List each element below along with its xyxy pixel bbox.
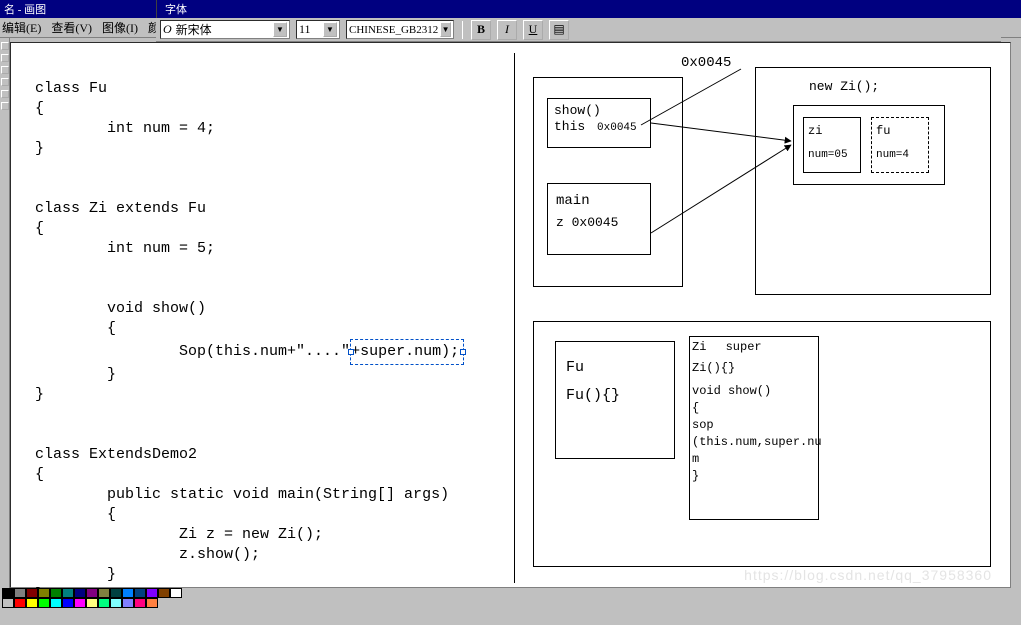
color-palette: [2, 588, 188, 608]
chevron-down-icon[interactable]: ▼: [323, 22, 337, 37]
menu-view[interactable]: 查看(V): [51, 19, 92, 36]
toolbox-button[interactable]: [1, 42, 9, 50]
window-title: 名 - 画图: [4, 1, 46, 17]
font-size-value: 11: [299, 22, 321, 37]
heap-field-fu: fu num=4: [871, 117, 929, 173]
palette-color[interactable]: [38, 588, 50, 598]
code-line: Sop(this.num+"....": [35, 343, 350, 360]
palette-color[interactable]: [26, 598, 38, 608]
palette-color[interactable]: [50, 598, 62, 608]
code-line: {: [35, 320, 116, 337]
font-name-combo[interactable]: O 新宋体 ▼: [160, 20, 290, 39]
left-toolbox: [0, 38, 10, 590]
palette-color[interactable]: [74, 588, 86, 598]
palette-color[interactable]: [134, 588, 146, 598]
stack-frame-this: this 0x0045: [554, 119, 644, 136]
subwindow-title: 字体: [165, 1, 187, 17]
toolbox-button[interactable]: [1, 90, 9, 98]
toolbox-button[interactable]: [1, 102, 9, 110]
font-name-value: 新宋体: [176, 21, 271, 38]
watermark-text: https://blog.csdn.net/qq_37958360: [744, 567, 992, 583]
stack-frame-label: show(): [554, 103, 644, 119]
code-line: class Fu: [35, 80, 107, 97]
palette-color[interactable]: [98, 598, 110, 608]
menu-image[interactable]: 图像(I): [102, 19, 138, 36]
toolbox-button[interactable]: [1, 66, 9, 74]
bold-button[interactable]: B: [471, 20, 491, 40]
palette-color[interactable]: [170, 588, 182, 598]
palette-color[interactable]: [86, 588, 98, 598]
palette-color[interactable]: [62, 598, 74, 608]
code-line: }: [35, 366, 116, 383]
code-line: }: [35, 386, 44, 403]
code-line: {: [35, 220, 44, 237]
stack-frame-main: main z 0x0045: [547, 183, 651, 255]
palette-color[interactable]: [158, 588, 170, 598]
palette-color[interactable]: [2, 588, 14, 598]
chevron-down-icon[interactable]: ▼: [440, 22, 451, 37]
code-line: int num = 4;: [35, 120, 215, 137]
method-class-fu: Fu Fu(){}: [555, 341, 675, 459]
heap-new-label: new Zi();: [809, 79, 879, 94]
stack-frame-label: main: [556, 190, 642, 212]
palette-color[interactable]: [86, 598, 98, 608]
palette-color[interactable]: [38, 598, 50, 608]
palette-color[interactable]: [122, 598, 134, 608]
code-line: int num = 5;: [35, 240, 215, 257]
palette-color[interactable]: [110, 588, 122, 598]
heap-field-zi: zi num=05: [803, 117, 861, 173]
vertical-divider: [514, 53, 515, 583]
italic-button[interactable]: I: [497, 20, 517, 40]
toolbar-separator: [462, 21, 463, 39]
palette-color[interactable]: [50, 588, 62, 598]
code-line: }: [35, 566, 116, 583]
palette-color[interactable]: [98, 588, 110, 598]
palette-color[interactable]: [110, 598, 122, 608]
font-toolbar: O 新宋体 ▼ 11 ▼ CHINESE_GB2312 ▼ B I U ▤: [156, 18, 1001, 42]
code-line: Zi z = new Zi();: [35, 526, 323, 543]
method-class-zi: Zi super Zi(){} void show() { sop (this.…: [689, 336, 819, 520]
code-line: void show(): [35, 300, 206, 317]
palette-color[interactable]: [2, 598, 14, 608]
code-line: {: [35, 506, 116, 523]
font-prefix-icon: O: [163, 22, 172, 37]
palette-color[interactable]: [26, 588, 38, 598]
code-line: class ExtendsDemo2: [35, 446, 197, 463]
code-line: class Zi extends Fu: [35, 200, 206, 217]
toolbox-button[interactable]: [1, 78, 9, 86]
charset-value: CHINESE_GB2312: [349, 24, 438, 36]
chevron-down-icon[interactable]: ▼: [273, 22, 287, 37]
font-size-combo[interactable]: 11 ▼: [296, 20, 340, 39]
stack-frame-show: show() this 0x0045: [547, 98, 651, 148]
palette-color[interactable]: [74, 598, 86, 608]
charset-combo[interactable]: CHINESE_GB2312 ▼: [346, 20, 454, 39]
palette-color[interactable]: [62, 588, 74, 598]
stack-var-z: z 0x0045: [556, 212, 642, 234]
menu-edit[interactable]: 编辑(E): [2, 19, 41, 36]
palette-color[interactable]: [14, 598, 26, 608]
text-selection[interactable]: +super.num);: [350, 339, 464, 365]
subwindow-titlebar: 字体: [156, 0, 1001, 18]
text-tool-button[interactable]: ▤: [549, 20, 569, 40]
drawing-canvas[interactable]: class Fu { int num = 4; } class Zi exten…: [10, 42, 1011, 588]
palette-color[interactable]: [122, 588, 134, 598]
code-line: {: [35, 100, 44, 117]
palette-color[interactable]: [14, 588, 26, 598]
underline-button[interactable]: U: [523, 20, 543, 40]
code-line: }: [35, 140, 44, 157]
code-line: z.show();: [35, 546, 260, 563]
palette-color[interactable]: [146, 588, 158, 598]
code-line: {: [35, 466, 44, 483]
palette-color[interactable]: [134, 598, 146, 608]
heap-address-label: 0x0045: [681, 55, 731, 71]
code-block: class Fu { int num = 4; } class Zi exten…: [35, 59, 495, 625]
toolbox-button[interactable]: [1, 54, 9, 62]
palette-color[interactable]: [146, 598, 158, 608]
code-line: public static void main(String[] args): [35, 486, 449, 503]
